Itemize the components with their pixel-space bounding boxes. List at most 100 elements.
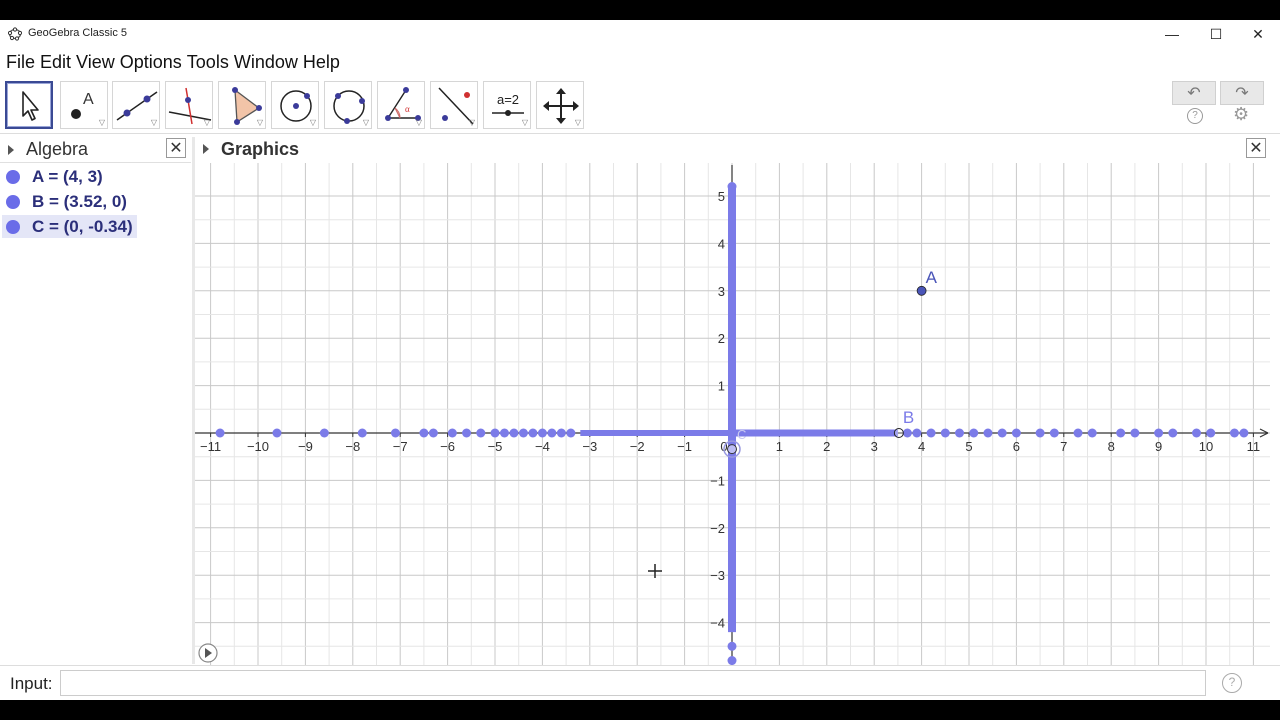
trace-b-point xyxy=(272,428,282,438)
x-tick-label: −3 xyxy=(582,439,597,454)
trace-b-point xyxy=(499,428,509,438)
trace-b-point xyxy=(955,428,965,438)
x-tick-label: 3 xyxy=(871,439,878,454)
tool-point[interactable]: A ▽ xyxy=(60,81,108,129)
coordinate-plane[interactable]: −11−10−9−8−7−6−5−4−3−2−101234567891011−5… xyxy=(195,163,1270,665)
close-icon: ✕ xyxy=(1249,140,1263,157)
x-tick-label: 8 xyxy=(1108,439,1115,454)
algebra-item-c[interactable]: C = (0, -0.34) xyxy=(2,215,137,238)
menu-view[interactable]: View xyxy=(75,49,119,75)
input-label: Input: xyxy=(10,674,53,693)
redo-icon: ↷ xyxy=(1235,85,1249,102)
x-tick-label: −10 xyxy=(247,439,269,454)
trace-b-point xyxy=(1154,428,1164,438)
x-tick-label: −6 xyxy=(440,439,455,454)
tool-reflect[interactable]: ▽ xyxy=(430,81,478,129)
input-field[interactable] xyxy=(60,670,1206,696)
trace-b-point xyxy=(357,428,367,438)
trace-c-point xyxy=(727,641,737,651)
trace-b-point xyxy=(447,428,457,438)
minimize-button[interactable]: — xyxy=(1150,20,1194,48)
algebra-item-text: A = (4, 3) xyxy=(32,166,103,186)
x-tick-label: −9 xyxy=(298,439,313,454)
menu-options[interactable]: Options xyxy=(119,49,186,75)
help-icon[interactable]: ? xyxy=(1187,108,1203,124)
algebra-view-header: Algebra ✕ xyxy=(0,137,191,163)
trace-b-point xyxy=(997,428,1007,438)
svg-text:α: α xyxy=(405,104,410,114)
point-a xyxy=(916,285,927,296)
menu-bar: File Edit View Options Tools Window Help xyxy=(0,49,1280,75)
visibility-toggle-icon[interactable] xyxy=(6,169,20,184)
redo-button[interactable]: ↷ xyxy=(1220,81,1264,105)
trace-b-point xyxy=(1011,428,1021,438)
geogebra-window: GeoGebra Classic 5 — ☐ ✕ File Edit View … xyxy=(0,20,1280,700)
visibility-toggle-icon[interactable] xyxy=(6,219,20,234)
y-tick-label: −3 xyxy=(710,568,725,583)
algebra-item-a[interactable]: A = (4, 3) xyxy=(2,165,107,188)
trace-b-point xyxy=(1239,428,1249,438)
settings-gear-icon[interactable]: ⚙ xyxy=(1233,104,1249,125)
visibility-toggle-icon[interactable] xyxy=(6,194,20,209)
trace-b-point xyxy=(476,428,486,438)
menu-window[interactable]: Window xyxy=(233,49,302,75)
algebra-item-text: B = (3.52, 0) xyxy=(32,191,127,211)
y-tick-label: −1 xyxy=(710,473,725,488)
tool-perpendicular[interactable]: ▽ xyxy=(165,81,213,129)
menu-tools[interactable]: Tools xyxy=(186,49,233,75)
x-tick-label: −1 xyxy=(677,439,692,454)
point-a-label: A xyxy=(926,268,938,287)
trace-b-point xyxy=(537,428,547,438)
algebra-item-b[interactable]: B = (3.52, 0) xyxy=(2,190,131,213)
algebra-view-title: Algebra xyxy=(26,139,89,159)
toolbar: A ▽ ▽ ▽ ▽ ▽ ▽ α ▽ ▽ a=2 ▽ ▽ ↶ ↷ ? ⚙ xyxy=(0,78,1280,134)
y-tick-label: 2 xyxy=(718,331,725,346)
menu-edit[interactable]: Edit xyxy=(39,49,75,75)
tool-slider[interactable]: a=2 ▽ xyxy=(483,81,531,129)
algebra-item-text: C = (0, -0.34) xyxy=(32,216,133,236)
x-tick-label: 11 xyxy=(1247,439,1261,454)
trace-b-point xyxy=(1130,428,1140,438)
menu-file[interactable]: File xyxy=(5,49,39,75)
y-tick-label: 3 xyxy=(718,284,725,299)
tool-polygon[interactable]: ▽ xyxy=(218,81,266,129)
x-tick-label: 6 xyxy=(1013,439,1020,454)
trace-b-point xyxy=(566,428,576,438)
algebra-expand-arrow-icon[interactable] xyxy=(8,145,14,155)
undo-button[interactable]: ↶ xyxy=(1172,81,1216,105)
input-help-icon[interactable]: ? xyxy=(1222,673,1242,693)
trace-b-point xyxy=(556,428,566,438)
graphics-expand-arrow-icon[interactable] xyxy=(203,144,209,154)
tool-line[interactable]: ▽ xyxy=(112,81,160,129)
graphics-close-button[interactable]: ✕ xyxy=(1246,138,1266,158)
trace-b-point xyxy=(1229,428,1239,438)
menu-help[interactable]: Help xyxy=(302,49,344,75)
trace-b-point xyxy=(1087,428,1097,438)
trace-b-point xyxy=(509,428,519,438)
tool-move-graphics[interactable]: ▽ xyxy=(536,81,584,129)
tool-circle-center[interactable]: ▽ xyxy=(271,81,319,129)
x-tick-label: −4 xyxy=(535,439,550,454)
graphics-canvas[interactable]: −11−10−9−8−7−6−5−4−3−2−101234567891011−5… xyxy=(195,163,1270,665)
x-tick-label: 4 xyxy=(918,439,925,454)
trace-b-point xyxy=(215,428,225,438)
trace-b-point xyxy=(547,428,557,438)
close-window-button[interactable]: ✕ xyxy=(1236,20,1280,48)
trace-b-point xyxy=(528,428,538,438)
point-b xyxy=(893,428,904,438)
point-b-label: B xyxy=(903,408,914,427)
close-icon: ✕ xyxy=(1252,25,1264,42)
trace-b-point xyxy=(940,428,950,438)
tool-angle[interactable]: α ▽ xyxy=(377,81,425,129)
trace-b-point xyxy=(1206,428,1216,438)
trace-b-point xyxy=(419,428,429,438)
tool-conic[interactable]: ▽ xyxy=(324,81,372,129)
trace-b-point xyxy=(926,428,936,438)
algebra-close-button[interactable]: ✕ xyxy=(166,138,186,158)
tool-move[interactable] xyxy=(5,81,53,129)
graphics-view-title: Graphics xyxy=(221,139,300,159)
x-tick-label: 9 xyxy=(1155,439,1162,454)
maximize-button[interactable]: ☐ xyxy=(1194,20,1238,48)
x-tick-label: −8 xyxy=(345,439,360,454)
trace-b-point xyxy=(390,428,400,438)
